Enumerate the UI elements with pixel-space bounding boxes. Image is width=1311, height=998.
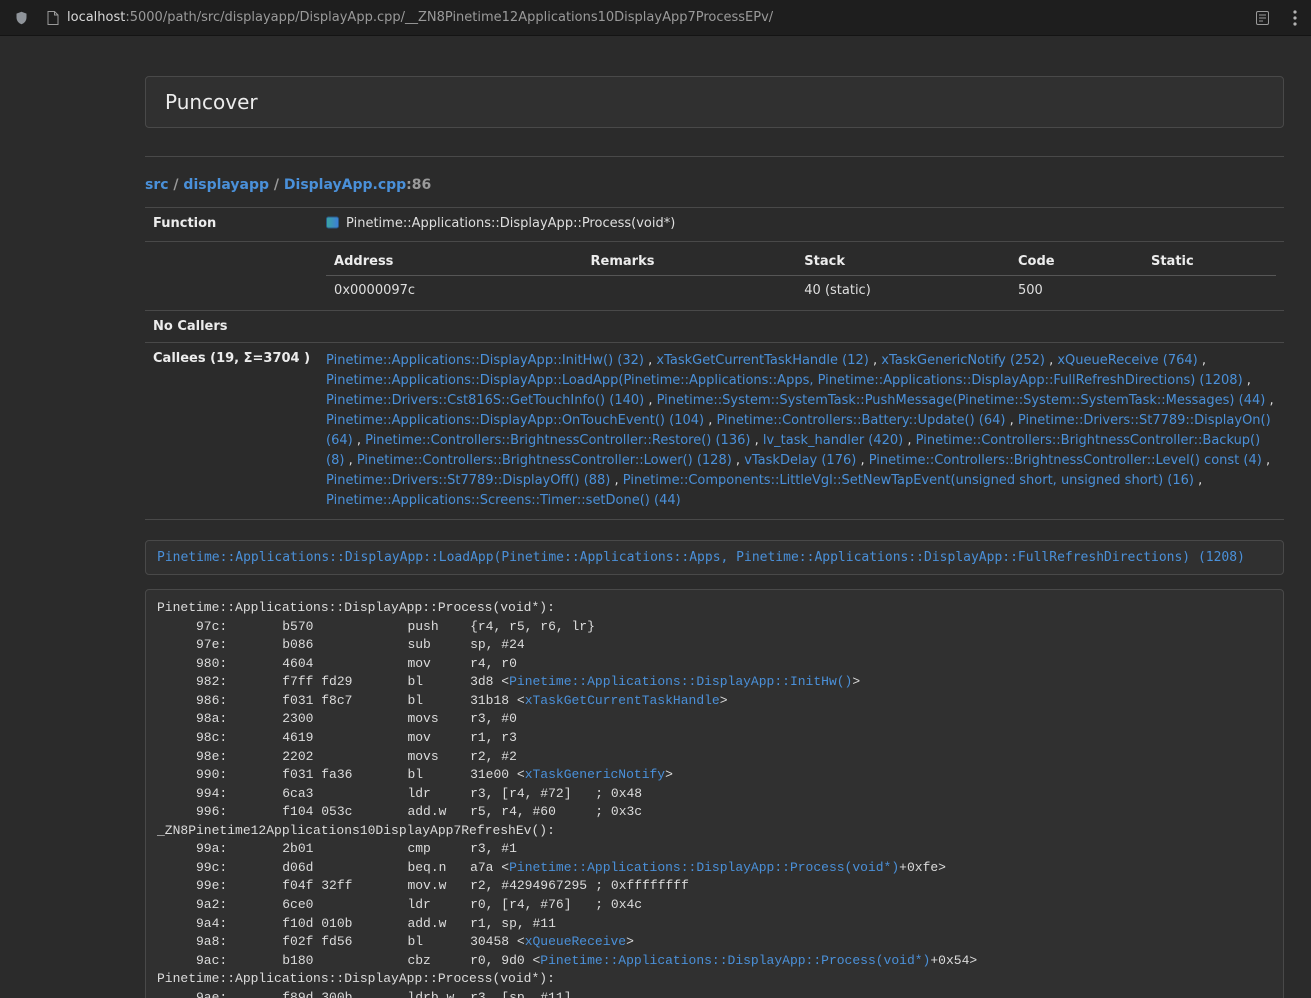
callee-link[interactable]: vTaskDelay (176) (744, 453, 856, 468)
stats-col-address: Address (326, 250, 582, 276)
assembly-code: Pinetime::Applications::DisplayApp::Proc… (157, 600, 977, 998)
symbol-stats-table: Address Remarks Stack Code Static 0x0000… (326, 250, 1276, 302)
assembly-symbol-link[interactable]: Pinetime::Applications::DisplayApp::Proc… (540, 953, 930, 968)
url-text: localhost:5000/path/src/displayapp/Displ… (67, 10, 773, 25)
address-bar[interactable]: localhost:5000/path/src/displayapp/Displ… (67, 10, 1256, 25)
kebab-menu-icon[interactable] (1293, 10, 1297, 26)
url-host: localhost (67, 10, 125, 25)
stats-table-row: Address Remarks Stack Code Static 0x0000… (145, 242, 1284, 311)
callees-label: Callees (19, Σ=3704 ) (145, 343, 318, 520)
callee-link[interactable]: Pinetime::Applications::DisplayApp::Init… (326, 353, 644, 368)
reader-view-icon[interactable] (1256, 11, 1269, 25)
stats-code-value: 500 (1010, 276, 1143, 303)
callees-list: Pinetime::Applications::DisplayApp::Init… (318, 343, 1284, 520)
callee-link[interactable]: Pinetime::Controllers::BrightnessControl… (357, 453, 732, 468)
stats-header-row: Address Remarks Stack Code Static (326, 250, 1276, 276)
browser-toolbar: localhost:5000/path/src/displayapp/Displ… (0, 0, 1311, 36)
stats-address-value: 0x0000097c (326, 276, 582, 303)
breadcrumb-separator: / (269, 177, 284, 193)
callees-row: Callees (19, Σ=3704 ) Pinetime::Applicat… (145, 343, 1284, 520)
function-symbol-icon (326, 216, 339, 233)
assembly-symbol-link[interactable]: xQueueReceive (525, 934, 626, 949)
divider (145, 156, 1284, 157)
stats-remarks-value (583, 276, 797, 303)
function-row-label: Function (145, 208, 318, 242)
symbol-table: Function Pinetime::Applications::Display… (145, 207, 1284, 520)
breadcrumb-separator: / (169, 177, 184, 193)
assembly-symbol-link[interactable]: xTaskGetCurrentTaskHandle (525, 693, 720, 708)
highlighted-callee-panel: Pinetime::Applications::DisplayApp::Load… (145, 540, 1284, 575)
callee-link[interactable]: Pinetime::Components::LittleVgl::SetNewT… (623, 473, 1194, 488)
stats-value-row: 0x0000097c 40 (static) 500 (326, 276, 1276, 303)
breadcrumb-link[interactable]: src (145, 177, 169, 193)
callee-link[interactable]: Pinetime::Applications::DisplayApp::OnTo… (326, 413, 704, 428)
url-path: :5000/path/src/displayapp/DisplayApp.cpp… (125, 10, 773, 25)
stats-col-static: Static (1143, 250, 1276, 276)
breadcrumb-link[interactable]: displayapp (183, 177, 269, 193)
no-callers-label: No Callers (145, 311, 318, 343)
shield-icon[interactable] (14, 10, 29, 26)
assembly-symbol-link[interactable]: Pinetime::Applications::DisplayApp::Proc… (509, 860, 899, 875)
no-callers-row: No Callers (145, 311, 1284, 343)
callee-link[interactable]: Pinetime::Applications::Screens::Timer::… (326, 493, 681, 508)
callee-link[interactable]: lv_task_handler (420) (763, 433, 903, 448)
page-icon (47, 11, 59, 25)
callee-link[interactable]: Pinetime::Applications::DisplayApp::Load… (326, 373, 1243, 388)
callee-link[interactable]: Pinetime::Controllers::BrightnessControl… (365, 433, 750, 448)
breadcrumb: src / displayapp / DisplayApp.cpp:86 (145, 177, 1284, 193)
callee-link[interactable]: xQueueReceive (764) (1057, 353, 1197, 368)
function-row: Function Pinetime::Applications::Display… (145, 208, 1284, 242)
function-name: Pinetime::Applications::DisplayApp::Proc… (346, 216, 675, 231)
stats-static-value (1143, 276, 1276, 303)
app-header-panel: Puncover (145, 76, 1284, 128)
callee-link[interactable]: Pinetime::Drivers::Cst816S::GetTouchInfo… (326, 393, 644, 408)
callee-link[interactable]: xTaskGenericNotify (252) (881, 353, 1045, 368)
callee-link[interactable]: xTaskGetCurrentTaskHandle (12) (656, 353, 868, 368)
callee-link[interactable]: Pinetime::Drivers::St7789::DisplayOff() … (326, 473, 610, 488)
page-title: Puncover (165, 90, 258, 114)
breadcrumb-link[interactable]: DisplayApp.cpp (284, 177, 406, 193)
stats-col-stack: Stack (796, 250, 1010, 276)
assembly-symbol-link[interactable]: xTaskGenericNotify (525, 767, 665, 782)
breadcrumb-line-suffix: :86 (406, 177, 431, 193)
assembly-symbol-link[interactable]: Pinetime::Applications::DisplayApp::Init… (509, 674, 852, 689)
callee-link[interactable]: Pinetime::Controllers::Battery::Update()… (717, 413, 1006, 428)
stats-col-remarks: Remarks (583, 250, 797, 276)
stats-col-code: Code (1010, 250, 1143, 276)
main-content: Puncover src / displayapp / DisplayApp.c… (145, 76, 1284, 998)
callee-link[interactable]: Pinetime::System::SystemTask::PushMessag… (657, 393, 1266, 408)
highlight-symbol-link[interactable]: Pinetime::Applications::DisplayApp::Load… (157, 550, 1245, 565)
callee-link[interactable]: Pinetime::Controllers::BrightnessControl… (869, 453, 1262, 468)
stats-stack-value: 40 (static) (796, 276, 1010, 303)
disassembly-block: Pinetime::Applications::DisplayApp::Proc… (145, 589, 1284, 998)
